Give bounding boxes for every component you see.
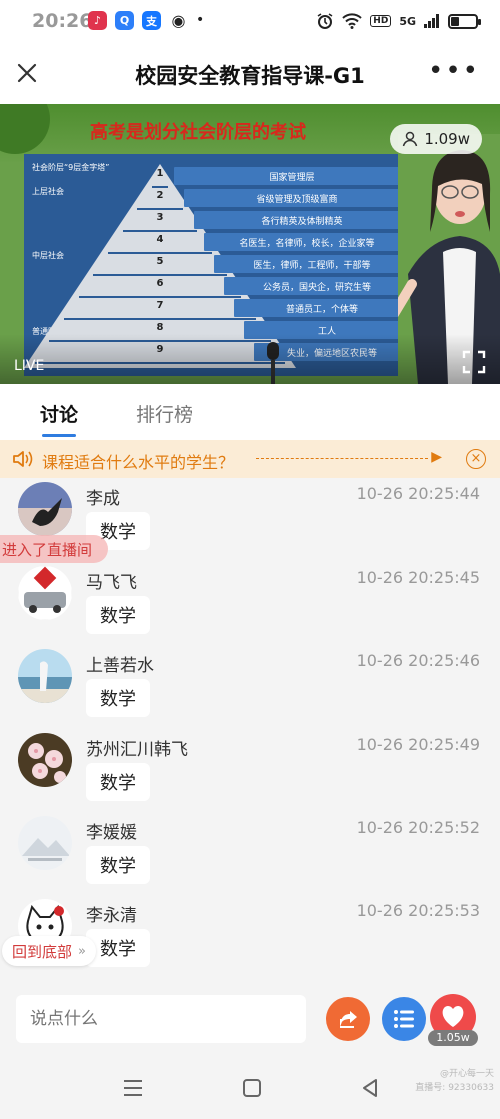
header-bar: 校园安全教育指导课-G1 ••• [0,44,500,104]
battery-icon [448,13,481,29]
pyramid-level-separator [78,296,242,298]
pyramid-level-number: 5 [156,256,164,267]
watermark-line-2: 直播号: 92330633 [415,1083,494,1093]
notice-text: 课程适合什么水平的学生？ [42,453,235,472]
message-time: 10-26 20:25:49 [356,735,480,754]
status-bar: 20:26 ♪ Q 支 ◉ • HD 5G [0,0,500,44]
avatar[interactable] [18,482,72,536]
pyramid-level-separator [137,208,183,210]
search-app-icon: Q [115,11,134,30]
message-time: 10-26 20:25:52 [356,818,480,837]
sender-name: 李永清 [86,906,137,926]
notification-icons: ♪ Q 支 ◉ • [88,11,204,30]
watermark-line-1: @开心每一天 [439,1069,494,1079]
pyramid-level-number: 6 [156,278,164,289]
pyramid-level-label: 名医生，名律师，校长，企业家等 [204,233,410,251]
live-label: LIVE [14,358,45,374]
speaker-icon [13,451,33,467]
notice-divider [256,458,428,459]
comment-input[interactable] [16,995,306,1043]
tab-bar: 讨论 排行榜 [0,384,500,440]
pyramid-level-separator [64,318,256,320]
chat-message: 苏州汇川韩飞 10-26 20:25:49 数学 [0,729,500,812]
alipay-app-icon: 支 [142,11,161,30]
signal-icon [424,14,439,28]
home-icon[interactable] [242,1078,262,1098]
message-bubble: 数学 [86,846,150,884]
pyramid-level-label: 医生，律师，工程师，干部等 [214,255,410,273]
avatar[interactable] [18,649,72,703]
pyramid-level-number: 1 [156,168,164,179]
close-notice-icon[interactable]: × [466,449,486,469]
viewer-count-badge: 1.09w [390,124,482,154]
back-to-bottom-button[interactable]: 回到底部 » [2,936,96,966]
pyramid-level-label: 普通员工，个体等 [234,299,410,317]
share-icon [340,1011,357,1028]
sender-name: 上善若水 [86,656,154,676]
music-app-icon: ♪ [88,11,107,30]
wifi-icon [342,13,362,29]
alarm-icon [317,13,333,29]
message-time: 10-26 20:25:45 [356,568,480,587]
pyramid-level-number: 3 [156,212,164,223]
join-notification: 进入了直播间 [0,535,109,563]
page-title: 校园安全教育指导课-G1 [135,64,365,88]
watermark: @开心每一天 直播号: 92330633 [415,1067,494,1095]
chat-message: 上善若水 10-26 20:25:46 数学 [0,645,500,728]
avatar[interactable] [18,816,72,870]
pyramid-level-label: 各行精英及体制精英 [194,211,410,229]
list-icon [394,1010,414,1028]
chat-message: 马飞飞 10-26 20:25:45 数学 [0,562,500,645]
menu-icon[interactable] [122,1078,144,1098]
message-time: 10-26 20:25:44 [356,484,480,503]
video-controls-shade [0,334,500,384]
message-bubble: 数学 [86,596,150,634]
pyramid-level-number: 7 [156,300,164,311]
fullscreen-icon[interactable] [462,350,486,374]
pyramid-level-number: 4 [156,234,164,245]
sender-name: 李媛媛 [86,823,137,843]
menu-list-button[interactable] [382,997,426,1041]
heart-icon [442,1006,464,1027]
tab-leaderboard[interactable]: 排行榜 [136,400,193,427]
input-bar [0,978,500,1062]
more-options-button[interactable]: ••• [428,56,480,86]
back-to-bottom-label: 回到底部 [12,942,73,961]
message-time: 10-26 20:25:53 [356,901,480,920]
network-type: 5G [399,14,416,28]
chat-message: 李媛媛 10-26 20:25:52 数学 [0,812,500,895]
hd-badge: HD [370,15,392,27]
message-bubble: 数学 [86,763,150,801]
avatar[interactable] [18,566,72,620]
avatar[interactable] [18,733,72,787]
wechat-app-icon: ◉ [169,11,188,30]
like-count: 1.05w [428,1030,478,1046]
sender-name: 李成 [86,489,120,509]
live-video-player[interactable]: 高考是划分社会阶层的考试 社会阶层“9层金字塔” 上层社会 中层社会 普通阶层 … [0,104,500,384]
share-button[interactable] [326,997,370,1041]
pyramid-level-label: 公务员，国央企，研究生等 [224,277,410,295]
system-status: HD 5G [316,12,481,30]
slide-title: 高考是划分社会阶层的考试 [90,122,306,143]
tab-discussion[interactable]: 讨论 [40,400,78,437]
pyramid-level-separator [108,252,212,254]
message-bubble: 数学 [86,679,150,717]
sender-name: 苏州汇川韩飞 [86,740,188,760]
sender-name: 马飞飞 [86,573,137,593]
pyramid-level-separator [122,230,198,232]
pyramid-level-label: 国家管理层 [174,167,410,185]
person-icon [403,131,418,147]
notification-dot: • [196,12,205,28]
viewer-count: 1.09w [424,130,470,148]
pyramid-level-separator [93,274,227,276]
message-time: 10-26 20:25:46 [356,651,480,670]
play-icon[interactable]: ▶ [431,449,442,465]
chevron-down-icon: » [78,943,86,959]
pyramid-level-label: 省级管理及顶级富商 [184,189,410,207]
pyramid-level-number: 8 [156,322,164,333]
question-notice[interactable]: 课程适合什么水平的学生？ ▶ × [0,440,500,478]
pyramid-level-separator [152,186,168,188]
back-icon[interactable] [360,1078,380,1098]
pyramid-level-number: 2 [156,190,164,201]
